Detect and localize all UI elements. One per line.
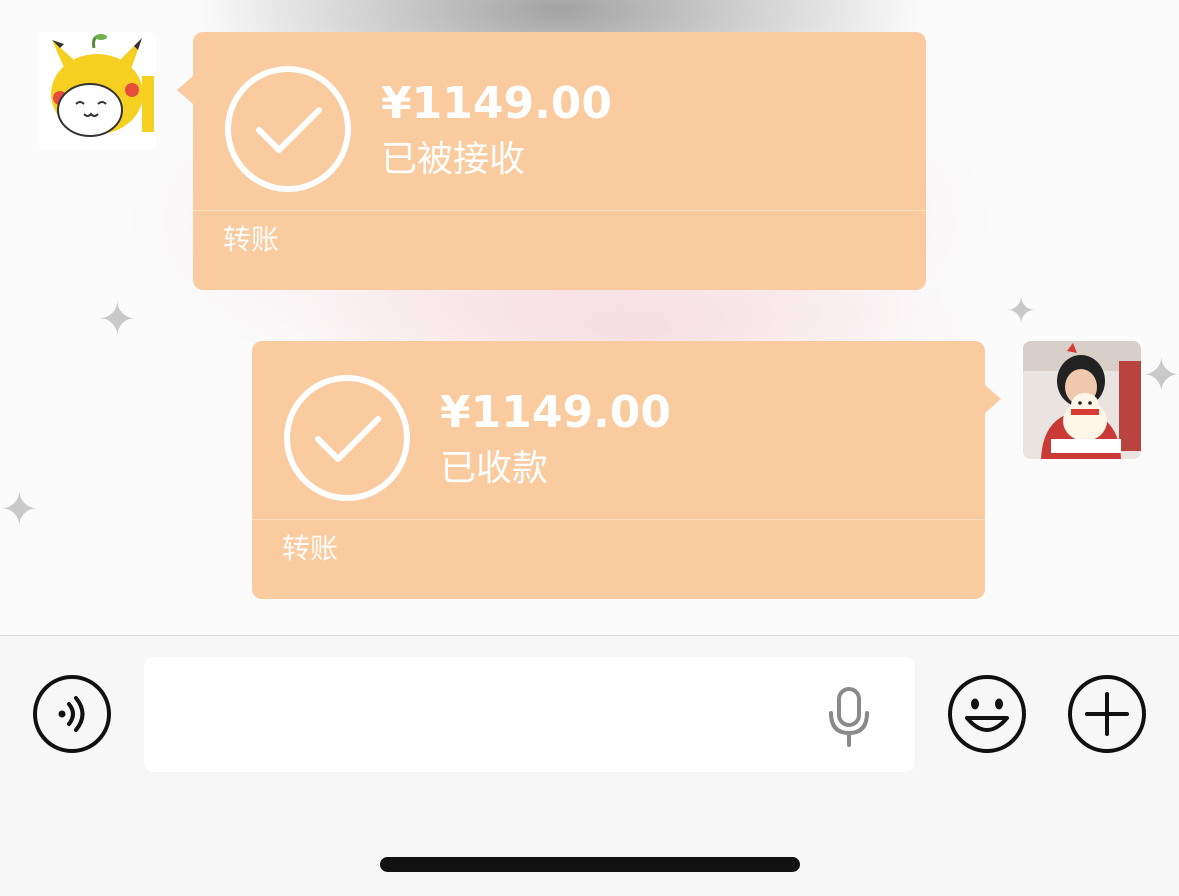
check-circle-icon: [284, 375, 410, 501]
emoji-icon: [948, 675, 1026, 753]
transfer-type-label: 转账: [282, 532, 339, 565]
self-avatar[interactable]: [1023, 341, 1141, 459]
bubble-tail: [177, 76, 193, 104]
photo-avatar-image: [1023, 341, 1141, 459]
contact-avatar[interactable]: [38, 32, 156, 150]
transfer-amount: ¥1149.00: [440, 387, 672, 438]
transfer-message-received[interactable]: ¥1149.00 已被接收 转账: [177, 32, 926, 290]
transfer-status: 已被接收: [381, 139, 526, 180]
transfer-amount: ¥1149.00: [381, 78, 613, 129]
transfer-message-sent[interactable]: ¥1149.00 已收款 转账: [252, 341, 1001, 599]
bubble-tail: [985, 385, 1001, 413]
sparkle-decoration: ✦: [98, 292, 137, 346]
voice-mode-button[interactable]: [32, 674, 112, 754]
sparkle-decoration: ✦: [1006, 291, 1037, 332]
chat-input-bar: [0, 635, 1179, 896]
chat-message-area[interactable]: ✦ ✦ ✦ ✦ ¥1149.00 已被接收 转账 ¥1149.00 已收款 转账: [0, 0, 1179, 635]
pikachu-avatar-image: [38, 32, 156, 150]
message-input-field[interactable]: [144, 657, 915, 772]
check-circle-icon: [225, 66, 351, 192]
bubble-divider: [252, 519, 985, 520]
emoji-button[interactable]: [947, 674, 1027, 754]
transfer-status: 已收款: [440, 448, 549, 489]
plus-icon: [1068, 675, 1146, 753]
sparkle-decoration: ✦: [1142, 348, 1179, 402]
transfer-type-label: 转账: [223, 223, 280, 256]
voice-mode-icon: [33, 675, 111, 753]
sparkle-decoration: ✦: [0, 482, 39, 536]
home-indicator[interactable]: [380, 857, 800, 872]
microphone-icon[interactable]: [826, 687, 872, 747]
more-options-button[interactable]: [1067, 674, 1147, 754]
bubble-divider: [193, 210, 926, 211]
